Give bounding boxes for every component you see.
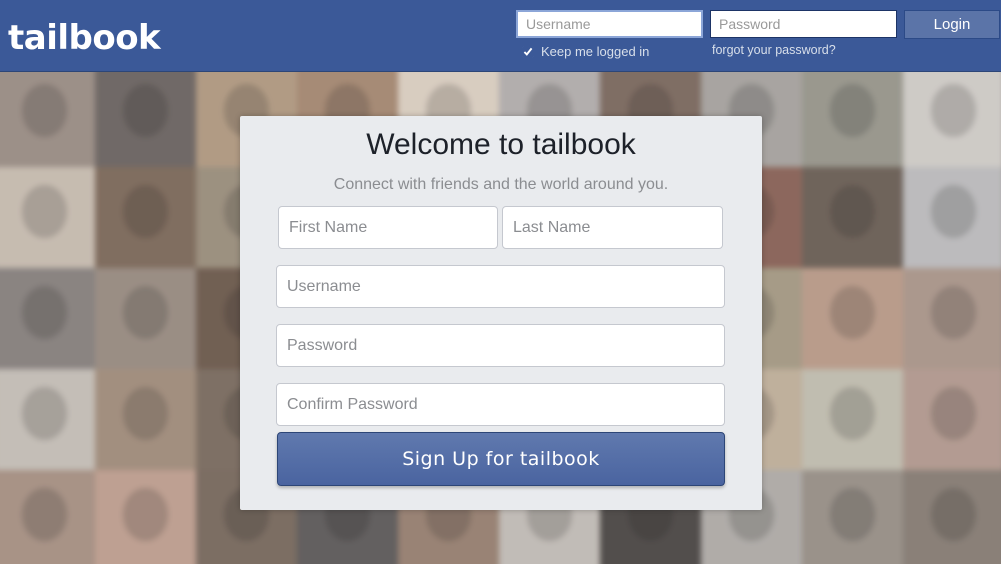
- signup-title: Welcome to tailbook: [366, 128, 636, 161]
- first-name-field[interactable]: [278, 206, 498, 249]
- keep-logged-in-label: Keep me logged in: [541, 44, 650, 59]
- confirm-password-field[interactable]: [276, 383, 725, 426]
- header-username-input[interactable]: [516, 10, 703, 38]
- tailbook-logo[interactable]: tailbook: [8, 14, 161, 62]
- header-password-input[interactable]: [710, 10, 897, 38]
- last-name-field[interactable]: [502, 206, 723, 249]
- top-navigation-bar: tailbook Login Keep me logged in forgot …: [0, 0, 1001, 72]
- signup-username-field[interactable]: [276, 265, 725, 308]
- signup-panel: Welcome to tailbook Connect with friends…: [240, 116, 762, 510]
- signup-password-field[interactable]: [276, 324, 725, 367]
- keep-logged-in-option[interactable]: Keep me logged in: [522, 44, 649, 59]
- forgot-password-link[interactable]: forgot your password?: [712, 43, 836, 57]
- signup-subtitle: Connect with friends and the world aroun…: [333, 176, 669, 193]
- sign-up-button[interactable]: Sign Up for tailbook: [277, 432, 725, 486]
- login-button[interactable]: Login: [904, 10, 1000, 39]
- keep-logged-in-checkbox[interactable]: [522, 45, 534, 58]
